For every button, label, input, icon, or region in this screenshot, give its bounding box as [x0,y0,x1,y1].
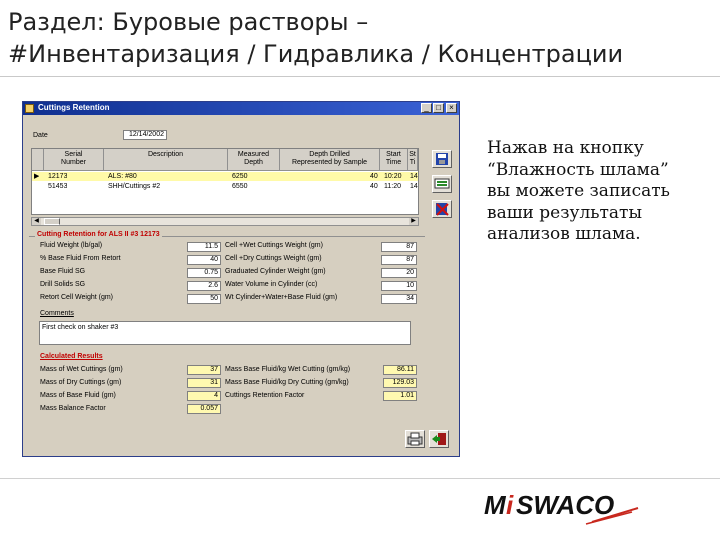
cell-serial: 51453 [48,183,68,190]
cylinder-water-fluid-field[interactable]: 34 [381,294,417,304]
slide-title-line1: Раздел: Буровые растворы – [8,8,369,36]
save-icon [436,153,448,165]
minimize-button[interactable]: _ [421,103,432,113]
miswaco-logo: M i SWACO [482,490,642,530]
col-start-time[interactable]: Start Time [380,149,408,171]
date-label: Date [33,132,48,139]
delete-record-button[interactable] [432,200,452,218]
cell-depth: 6550 [232,183,248,190]
footer-divider [0,478,720,479]
col-serial-number[interactable]: Serial Number [44,149,104,171]
table-row[interactable]: 51453 SHH/Cuttings #2 6550 40 11:20 14 [32,182,418,191]
delete-record-icon [436,203,449,216]
slide-caption: Нажав на кнопку “Влажность шлама” вы мож… [487,138,670,244]
comments-textarea[interactable]: First check on shaker #3 [39,321,411,345]
col-stop-time[interactable]: St Ti [408,149,418,171]
row-marker: ▶ [34,173,40,180]
cell-description: SHH/Cuttings #2 [108,183,161,190]
scroll-thumb[interactable] [44,218,60,225]
mass-balance-factor-field: 0.057 [187,404,221,414]
dry-cuttings-weight-field[interactable]: 87 [381,255,417,265]
cell-stop: 14 [410,183,418,190]
col-description[interactable]: Description [104,149,228,171]
table-row[interactable]: ▶ 12173 ALS: #80 6250 40 10:20 14 [32,172,418,181]
cell-description: ALS: #80 [108,173,137,180]
print-button[interactable] [405,430,425,448]
cell-drilled: 40 [370,183,378,190]
slide-title-line2: #Инвентаризация / Гидравлика / Концентра… [8,40,624,68]
base-fluid-wet-field: 86.11 [383,365,417,375]
retort-cell-weight-label: Retort Cell Weight (gm) [40,294,114,301]
base-fluid-dry-field: 129.03 [383,378,417,388]
base-fluid-retort-label: % Base Fluid From Retort [40,255,121,262]
scroll-left-icon[interactable]: ◀ [32,218,41,225]
cell-drilled: 40 [370,173,378,180]
comments-label: Comments [40,310,74,317]
scroll-right-icon[interactable]: ▶ [409,218,418,225]
fluid-weight-label: Fluid Weight (lb/gal) [40,242,103,249]
base-fluid-dry-label: Mass Base Fluid/kg Dry Cutting (gm/kg) [225,379,349,386]
maximize-button[interactable]: □ [433,103,444,113]
cylinder-water-fluid-label: Wt Cylinder+Water+Base Fluid (gm) [225,294,338,301]
mass-dry-cuttings-label: Mass of Dry Cuttings (gm) [40,379,122,386]
slide-title: Раздел: Буровые растворы – #Инвентаризац… [8,6,708,70]
col-depth-drilled[interactable]: Depth Drilled Represented by Sample [280,149,380,171]
fluid-weight-field[interactable]: 11.5 [187,242,221,252]
retention-section-title: Cutting Retention for ALS II #3 12173 [35,231,162,238]
base-fluid-retort-field[interactable]: 40 [187,255,221,265]
retention-factor-label: Cuttings Retention Factor [225,392,305,399]
drill-solids-sg-field[interactable]: 2.6 [187,281,221,291]
cuttings-retention-window: Cuttings Retention _ □ × Date 12/14/2002… [22,101,460,457]
cell-depth: 6250 [232,173,248,180]
drill-solids-sg-label: Drill Solids SG [40,281,86,288]
print-icon [407,432,423,446]
retention-factor-field: 1.01 [383,391,417,401]
mass-base-fluid-field: 4 [187,391,221,401]
cell-serial: 12173 [48,173,68,180]
cylinder-weight-field[interactable]: 20 [381,268,417,278]
close-button[interactable]: × [446,103,457,113]
water-volume-label: Water Volume in Cylinder (cc) [225,281,318,288]
base-fluid-wet-label: Mass Base Fluid/kg Wet Cutting (gm/kg) [225,366,351,373]
window-titlebar[interactable]: Cuttings Retention _ □ × [23,102,459,115]
mass-wet-cuttings-label: Mass of Wet Cuttings (gm) [40,366,123,373]
date-field[interactable]: 12/14/2002 [123,130,167,140]
base-fluid-sg-field[interactable]: 0.75 [187,268,221,278]
cylinder-weight-label: Graduated Cylinder Weight (gm) [225,268,326,275]
svg-text:SWACO: SWACO [516,490,614,520]
cell-time: 10:20 [384,173,402,180]
base-fluid-sg-label: Base Fluid SG [40,268,86,275]
window-title: Cuttings Retention [38,103,110,112]
mass-dry-cuttings-field: 31 [187,378,221,388]
miswaco-logo-mark: M i SWACO [484,490,639,525]
exit-button[interactable] [429,430,449,448]
cell-stop: 14 [410,173,418,180]
dry-cuttings-weight-label: Cell +Dry Cuttings Weight (gm) [225,255,322,262]
app-icon [25,104,34,113]
svg-text:M: M [484,490,507,520]
mass-balance-factor-label: Mass Balance Factor [40,405,106,412]
grid-horizontal-scrollbar[interactable]: ◀ ▶ [31,217,419,226]
print-preview-button[interactable] [432,175,452,193]
wet-cuttings-weight-field[interactable]: 87 [381,242,417,252]
mass-base-fluid-label: Mass of Base Fluid (gm) [40,392,116,399]
wet-cuttings-weight-label: Cell +Wet Cuttings Weight (gm) [225,242,323,249]
samples-grid: Serial Number Description Measured Depth… [31,148,419,215]
col-measured-depth[interactable]: Measured Depth [228,149,280,171]
title-divider [0,76,720,77]
grid-corner [32,149,44,171]
print-preview-icon [434,178,450,189]
water-volume-field[interactable]: 10 [381,281,417,291]
save-button[interactable] [432,150,452,168]
exit-door-icon [432,433,446,445]
svg-text:i: i [506,490,514,520]
mass-wet-cuttings-field: 37 [187,365,221,375]
retort-cell-weight-field[interactable]: 50 [187,294,221,304]
results-section-title: Calculated Results [40,353,103,360]
cell-time: 11:20 [384,183,401,190]
